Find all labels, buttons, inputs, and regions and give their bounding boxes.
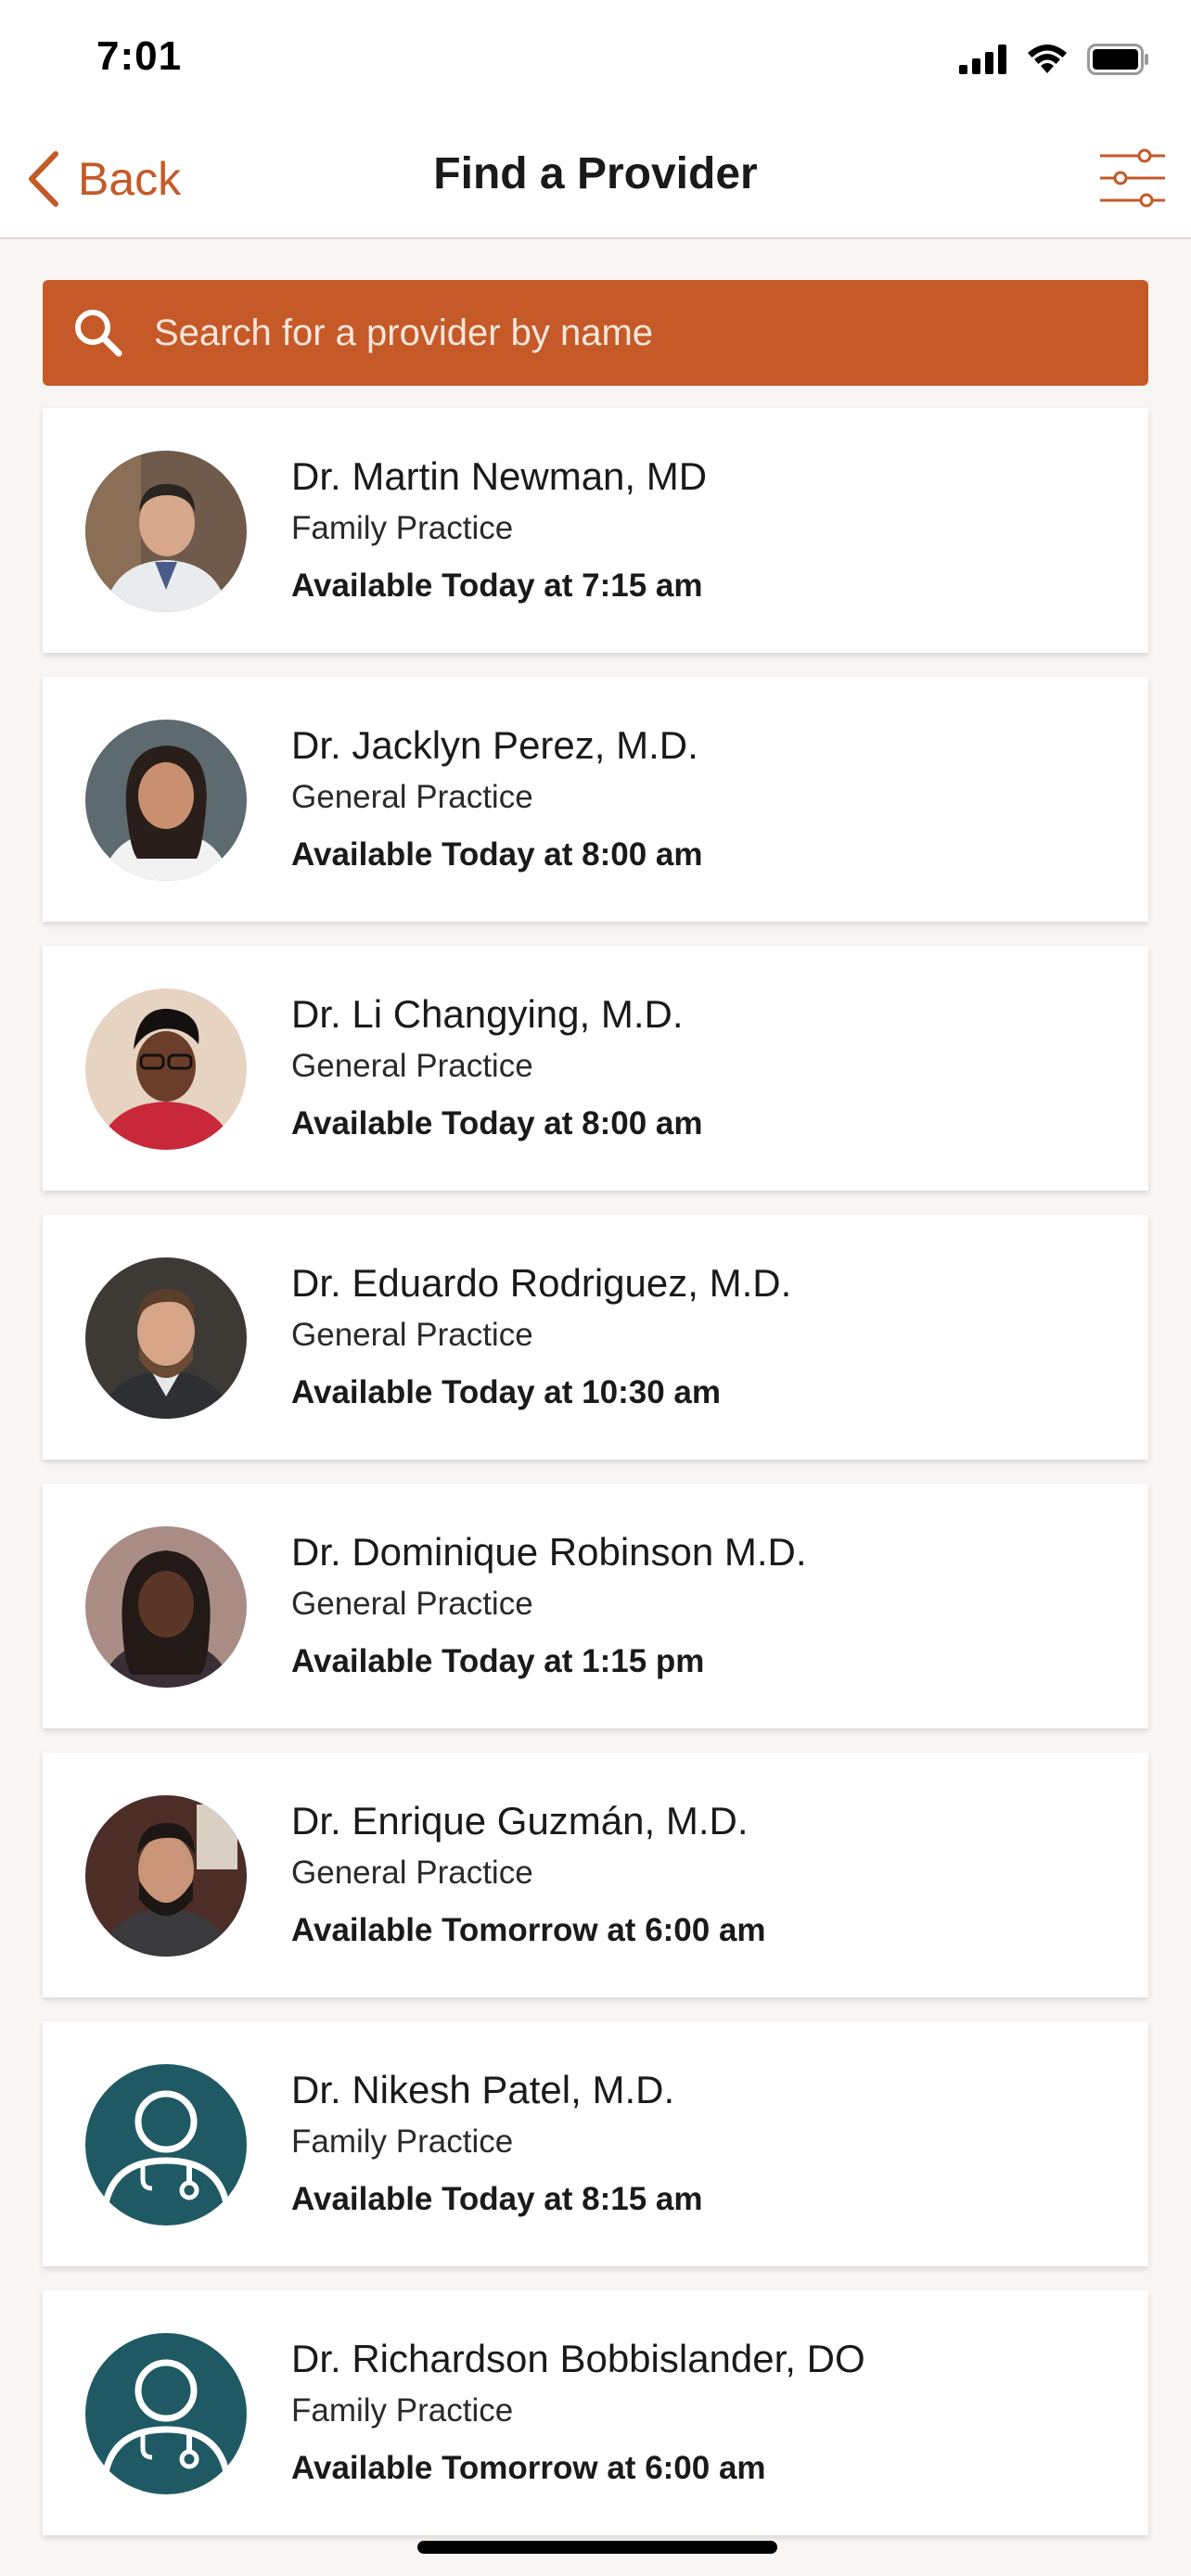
doctor-placeholder-icon bbox=[85, 2333, 247, 2494]
provider-name: Dr. Enrique Guzmán, M.D. bbox=[291, 1799, 749, 1843]
provider-name: Dr. Li Changying, M.D. bbox=[291, 992, 684, 1036]
provider-card[interactable]: Dr. Martin Newman, MD Family Practice Av… bbox=[43, 408, 1148, 653]
provider-availability: Available Today at 8:00 am bbox=[291, 836, 703, 873]
search-bar bbox=[43, 280, 1148, 386]
provider-avatar bbox=[85, 1795, 247, 1957]
provider-availability: Available Today at 7:15 am bbox=[291, 567, 703, 604]
provider-card[interactable]: Dr. Jacklyn Perez, M.D. General Practice… bbox=[43, 677, 1148, 922]
wifi-icon bbox=[1028, 45, 1067, 73]
provider-availability: Available Today at 10:30 am bbox=[291, 1374, 721, 1410]
provider-availability: Available Tomorrow at 6:00 am bbox=[291, 2450, 766, 2486]
status-time: 7:01 bbox=[96, 33, 183, 79]
home-indicator bbox=[417, 2541, 777, 2554]
doctor-placeholder-icon bbox=[85, 2064, 247, 2225]
search-input[interactable] bbox=[152, 295, 1148, 371]
provider-avatar bbox=[85, 2064, 247, 2225]
provider-card[interactable]: Dr. Eduardo Rodriguez, M.D. General Prac… bbox=[43, 1215, 1148, 1460]
provider-card[interactable]: Dr. Dominique Robinson M.D. General Prac… bbox=[43, 1484, 1148, 1728]
provider-specialty: General Practice bbox=[291, 1317, 533, 1353]
cellular-signal-icon bbox=[959, 45, 1006, 74]
provider-name: Dr. Dominique Robinson M.D. bbox=[291, 1530, 807, 1574]
filter-button[interactable] bbox=[1098, 148, 1167, 208]
search-icon bbox=[75, 310, 122, 357]
provider-avatar bbox=[85, 720, 247, 881]
provider-availability: Available Tomorrow at 6:00 am bbox=[291, 1912, 766, 1948]
status-icons bbox=[959, 41, 1150, 78]
provider-specialty: General Practice bbox=[291, 1048, 533, 1084]
provider-specialty: Family Practice bbox=[291, 2123, 514, 2160]
provider-card[interactable]: Dr. Li Changying, M.D. General Practice … bbox=[43, 946, 1148, 1191]
provider-card[interactable]: Dr. Richardson Bobbislander, DO Family P… bbox=[43, 2290, 1148, 2535]
page-title: Find a Provider bbox=[433, 149, 758, 198]
provider-name: Dr. Eduardo Rodriguez, M.D. bbox=[291, 1261, 792, 1305]
provider-avatar bbox=[85, 2333, 247, 2494]
provider-availability: Available Today at 8:00 am bbox=[291, 1105, 703, 1141]
provider-list: Dr. Martin Newman, MD Family Practice Av… bbox=[43, 408, 1148, 2559]
provider-avatar bbox=[85, 1257, 247, 1419]
status-bar: 7:01 bbox=[0, 0, 1191, 121]
provider-name: Dr. Jacklyn Perez, M.D. bbox=[291, 723, 698, 767]
provider-specialty: Family Practice bbox=[291, 2392, 514, 2429]
battery-icon bbox=[1087, 44, 1148, 75]
provider-availability: Available Today at 8:15 am bbox=[291, 2181, 703, 2217]
provider-card[interactable]: Dr. Nikesh Patel, M.D. Family Practice A… bbox=[43, 2021, 1148, 2266]
provider-specialty: General Practice bbox=[291, 779, 533, 815]
sliders-icon bbox=[1100, 148, 1165, 208]
provider-availability: Available Today at 1:15 pm bbox=[291, 1643, 705, 1679]
provider-specialty: Family Practice bbox=[291, 510, 514, 546]
provider-name: Dr. Martin Newman, MD bbox=[291, 454, 708, 498]
provider-avatar bbox=[85, 451, 247, 612]
provider-specialty: General Practice bbox=[291, 1855, 533, 1891]
provider-specialty: General Practice bbox=[291, 1586, 533, 1622]
provider-name: Dr. Richardson Bobbislander, DO bbox=[291, 2337, 865, 2380]
nav-bar: Back Find a Provider bbox=[0, 121, 1191, 239]
provider-card[interactable]: Dr. Enrique Guzmán, M.D. General Practic… bbox=[43, 1753, 1148, 1997]
provider-avatar bbox=[85, 1526, 247, 1688]
provider-name: Dr. Nikesh Patel, M.D. bbox=[291, 2068, 675, 2111]
provider-avatar bbox=[85, 988, 247, 1150]
